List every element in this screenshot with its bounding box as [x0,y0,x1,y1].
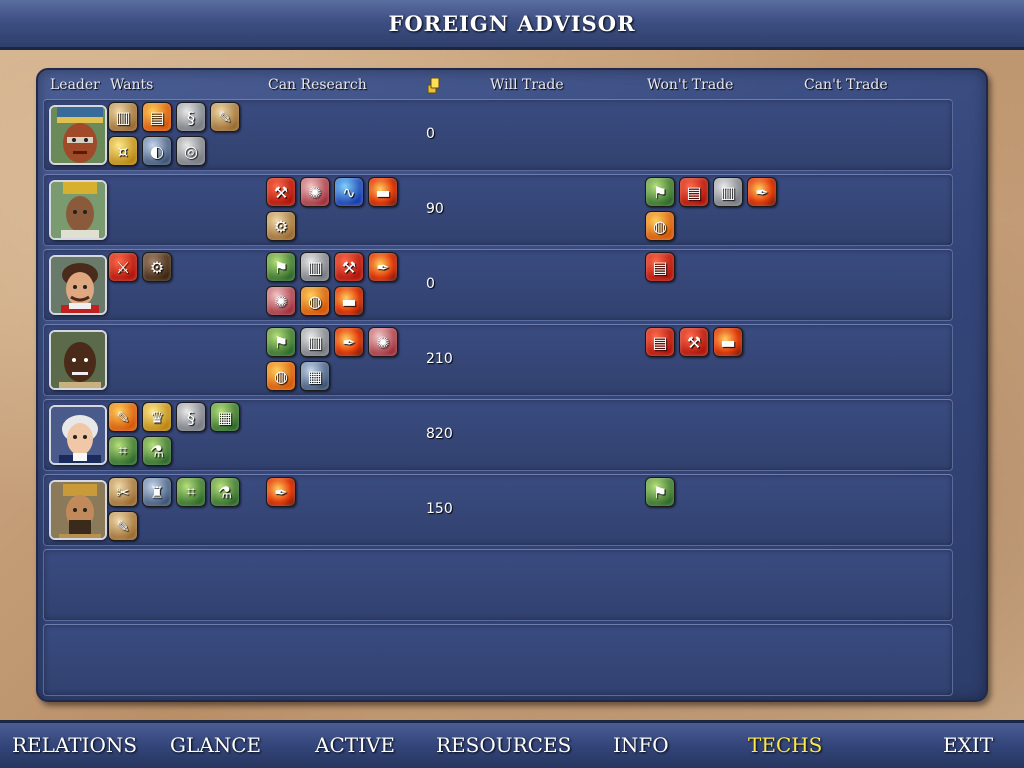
tech-icon[interactable]: ✎ [210,102,240,132]
nav-info-button[interactable]: INFO [613,733,669,757]
nav-glance-button[interactable]: GLANCE [170,733,261,757]
tech-icon[interactable]: ◍ [300,286,330,316]
tech-icon[interactable]: ◍ [266,361,296,391]
tech-icon[interactable]: ◎ [176,136,206,166]
leader-portrait-icon[interactable] [49,105,107,165]
tech-icon[interactable]: ⚒ [334,252,364,282]
civ-row[interactable]: ✂ ♜ ⌗ ⚗ ✎ ✒ 150 ⚑ [43,474,953,546]
can-research-icons: ⚒ ✺ ∿ ▬ ⚙ [266,177,406,241]
column-headers: Leader Wants Can Research Will Trade Won… [36,74,988,96]
civ-row[interactable]: ⚔ ⚙ ⚑ ▥ ⚒ ✒ ✺ ◍ ▬ 0 ▤ [43,249,953,321]
tech-icon[interactable]: ⚙ [266,211,296,241]
tech-icon[interactable]: ✺ [368,327,398,357]
header-leader: Leader [50,77,100,93]
tech-icon[interactable]: ✺ [300,177,330,207]
header-can-research: Can Research [268,77,367,93]
tech-icon[interactable]: ▤ [142,102,172,132]
tech-icon[interactable]: ▦ [300,361,330,391]
nav-relations-button[interactable]: RELATIONS [12,733,137,757]
tech-icon[interactable]: ⚑ [266,252,296,282]
tech-icon[interactable]: ◍ [645,211,675,241]
tech-icon[interactable]: ✒ [368,252,398,282]
wants-icons: ⚔ ⚙ [108,252,248,282]
tech-icon[interactable]: ▥ [108,102,138,132]
tech-icon[interactable]: ▤ [679,177,709,207]
nav-exit-button[interactable]: EXIT [943,733,993,757]
nav-techs-button[interactable]: TECHS [748,733,822,757]
header-cant-trade: Can't Trade [804,77,888,93]
tech-icon[interactable]: ▦ [210,402,240,432]
header-will-trade: Will Trade [490,77,564,93]
tech-icon[interactable]: ⌗ [108,436,138,466]
empty-civ-row [43,624,953,696]
tech-icon[interactable]: ▬ [368,177,398,207]
tech-icon[interactable]: ✒ [334,327,364,357]
leader-portrait-icon[interactable] [49,330,107,390]
window-title: FOREIGN ADVISOR [388,11,636,36]
bottom-nav-bar: RELATIONS GLANCE ACTIVE RESOURCES INFO T… [0,720,1024,768]
gold-amount: 210 [426,351,453,367]
header-wont-trade: Won't Trade [647,77,734,93]
tech-icon[interactable]: ✎ [108,511,138,541]
gold-amount: 0 [426,126,435,142]
tech-icon[interactable]: ▤ [645,327,675,357]
tech-icon[interactable]: ∿ [334,177,364,207]
gold-coins-icon [427,77,440,94]
tech-icon[interactable]: § [176,402,206,432]
civ-row[interactable]: ⚒ ✺ ∿ ▬ ⚙ 90 ⚑ ▤ ▥ ✒ ◍ [43,174,953,246]
tech-icon[interactable]: ✂ [108,477,138,507]
leader-portrait-icon[interactable] [49,180,107,240]
tech-icon[interactable]: ▬ [713,327,743,357]
can-research-icons: ⚑ ▥ ✒ ✺ ◍ ▦ [266,327,406,391]
gold-amount: 150 [426,501,453,517]
tech-icon[interactable]: ✺ [266,286,296,316]
wont-trade-icons: ⚑ ▤ ▥ ✒ ◍ [645,177,785,241]
tech-icon[interactable]: ⚔ [108,252,138,282]
leader-portrait-icon[interactable] [49,255,107,315]
tech-icon[interactable]: ▥ [713,177,743,207]
tech-icon[interactable]: ⌗ [176,477,206,507]
wont-trade-icons: ▤ [645,252,785,282]
tech-icon[interactable]: ▬ [334,286,364,316]
can-research-icons: ⚑ ▥ ⚒ ✒ ✺ ◍ ▬ [266,252,406,316]
tech-icon[interactable]: ¤ [108,136,138,166]
tech-icon[interactable]: § [176,102,206,132]
civ-row[interactable]: ✎ ♛ § ▦ ⌗ ⚗ 820 [43,399,953,471]
can-research-icons: ✒ [266,477,406,507]
nav-active-button[interactable]: ACTIVE [315,733,395,757]
tech-icon[interactable]: ⚑ [266,327,296,357]
wants-icons: ✎ ♛ § ▦ ⌗ ⚗ [108,402,248,466]
empty-civ-row [43,549,953,621]
tech-icon[interactable]: ♛ [142,402,172,432]
tech-icon[interactable]: ◐ [142,136,172,166]
tech-icon[interactable]: ✎ [108,402,138,432]
gold-amount: 0 [426,276,435,292]
wants-icons: ▥ ▤ § ✎ ¤ ◐ ◎ [108,102,248,166]
tech-icon[interactable]: ▥ [300,327,330,357]
leader-portrait-icon[interactable] [49,480,107,540]
tech-icon[interactable]: ⚗ [142,436,172,466]
wont-trade-icons: ⚑ [645,477,785,507]
tech-icon[interactable]: ⚗ [210,477,240,507]
leader-portrait-icon[interactable] [49,405,107,465]
title-bar: FOREIGN ADVISOR [0,0,1024,50]
civ-row[interactable]: ⚑ ▥ ✒ ✺ ◍ ▦ 210 ▤ ⚒ ▬ [43,324,953,396]
wont-trade-icons: ▤ ⚒ ▬ [645,327,785,357]
tech-icon[interactable]: ⚒ [679,327,709,357]
civ-row[interactable]: ▥ ▤ § ✎ ¤ ◐ ◎ 0 [43,99,953,171]
gold-amount: 90 [426,201,444,217]
nav-resources-button[interactable]: RESOURCES [436,733,571,757]
tech-icon[interactable]: ⚙ [142,252,172,282]
wants-icons: ✂ ♜ ⌗ ⚗ ✎ [108,477,248,541]
tech-icon[interactable]: ♜ [142,477,172,507]
tech-icon[interactable]: ✒ [747,177,777,207]
tech-icon[interactable]: ⚑ [645,177,675,207]
tech-icon[interactable]: ✒ [266,477,296,507]
tech-icon[interactable]: ▤ [645,252,675,282]
gold-amount: 820 [426,426,453,442]
tech-icon[interactable]: ▥ [300,252,330,282]
tech-icon[interactable]: ⚒ [266,177,296,207]
tech-icon[interactable]: ⚑ [645,477,675,507]
header-wants: Wants [110,77,154,93]
